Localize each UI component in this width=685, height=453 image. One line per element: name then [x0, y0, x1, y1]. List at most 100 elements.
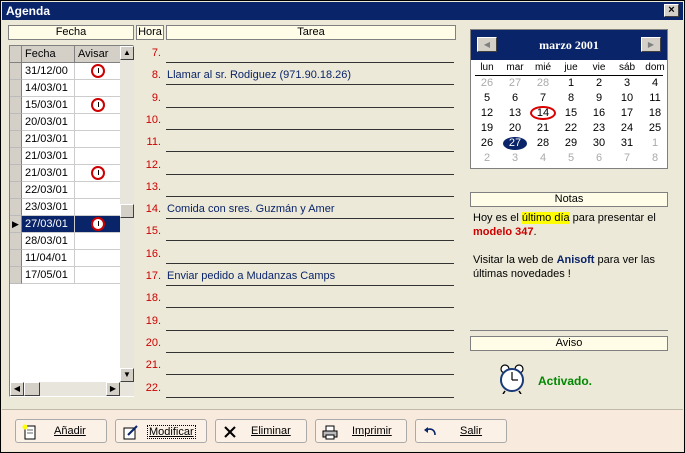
- calendar-day[interactable]: 27: [501, 77, 529, 89]
- calendar-day[interactable]: 4: [529, 152, 557, 164]
- calendar-day[interactable]: 16: [585, 107, 613, 119]
- calendar-day[interactable]: 27: [501, 137, 529, 149]
- list-row[interactable]: 14/03/01: [10, 80, 120, 97]
- calendar-day[interactable]: 28: [529, 137, 557, 149]
- calendar-day[interactable]: 8: [557, 92, 585, 104]
- calendar-day[interactable]: 21: [529, 122, 557, 134]
- task-hour: 18.: [145, 292, 161, 304]
- list-row[interactable]: 21/03/01: [10, 148, 120, 165]
- add-button-label: Añadir: [54, 425, 86, 437]
- date-list[interactable]: Fecha Avisar 31/12/00 14/03/01 15/03/01 20/…: [9, 45, 134, 397]
- list-row[interactable]: 21/03/01: [10, 165, 120, 182]
- calendar-day[interactable]: 26: [473, 137, 501, 149]
- task-line: [166, 84, 454, 85]
- hscroll-thumb[interactable]: [24, 382, 40, 396]
- list-row[interactable]: 22/03/01: [10, 182, 120, 199]
- scroll-up-button[interactable]: ▲: [120, 46, 134, 60]
- vertical-scrollbar[interactable]: ▲ ▼: [120, 46, 134, 382]
- col-avisar-header[interactable]: Avisar: [75, 46, 120, 63]
- calendar-day[interactable]: 18: [641, 107, 669, 119]
- calendar-day[interactable]: 1: [557, 77, 585, 89]
- list-row[interactable]: 20/03/01: [10, 114, 120, 131]
- row-alarm: [75, 267, 120, 284]
- calendar-day[interactable]: 1: [641, 137, 669, 149]
- list-header: Fecha Avisar: [10, 46, 120, 63]
- close-button[interactable]: ×: [664, 4, 679, 17]
- calendar-day[interactable]: 3: [501, 152, 529, 164]
- calendar-day[interactable]: 20: [501, 122, 529, 134]
- row-date: 14/03/01: [22, 80, 75, 97]
- calendar-day[interactable]: 8: [641, 152, 669, 164]
- list-row[interactable]: ▶ 27/03/01: [10, 216, 120, 233]
- task-line: [166, 397, 454, 398]
- list-row[interactable]: 11/04/01: [10, 250, 120, 267]
- print-button[interactable]: Imprimir: [315, 419, 407, 443]
- calendar-day[interactable]: 22: [557, 122, 585, 134]
- list-row[interactable]: 15/03/01: [10, 97, 120, 114]
- row-alarm: [75, 250, 120, 267]
- calendar-day[interactable]: 31: [613, 137, 641, 149]
- scroll-thumb[interactable]: [120, 204, 134, 218]
- calendar-day[interactable]: 26: [473, 77, 501, 89]
- calendar-day[interactable]: 24: [613, 122, 641, 134]
- calendar-day[interactable]: 15: [557, 107, 585, 119]
- calendar-day[interactable]: 6: [585, 152, 613, 164]
- notes-text[interactable]: Hoy es el último día para presentar el m…: [473, 211, 673, 281]
- task-line: [166, 285, 454, 286]
- row-alarm: [75, 80, 120, 97]
- calendar-day[interactable]: 19: [473, 122, 501, 134]
- task-line: [166, 107, 454, 108]
- task-text[interactable]: Llamar al sr. Rodiguez (971.90.18.26): [167, 69, 455, 81]
- task-hour: 15.: [145, 225, 161, 237]
- calendar-day[interactable]: 4: [641, 77, 669, 89]
- calendar-day[interactable]: 29: [557, 137, 585, 149]
- calendar-day[interactable]: 10: [613, 92, 641, 104]
- scroll-down-button[interactable]: ▼: [120, 368, 134, 382]
- calendar-day[interactable]: 9: [585, 92, 613, 104]
- prev-month-button[interactable]: ◀: [477, 37, 497, 52]
- task-text[interactable]: Enviar pedido a Mudanzas Camps: [167, 270, 455, 282]
- calendar-day[interactable]: 7: [613, 152, 641, 164]
- add-button[interactable]: Añadir: [15, 419, 107, 443]
- calendar-day[interactable]: 6: [501, 92, 529, 104]
- calendar-weekday: mié: [534, 62, 552, 73]
- col-fecha-header[interactable]: Fecha: [22, 46, 75, 63]
- delete-x-icon: [224, 426, 236, 438]
- row-indicator: [10, 131, 22, 148]
- task-line: [166, 196, 454, 197]
- horizontal-scrollbar[interactable]: ◀ ▶: [10, 382, 134, 396]
- calendar-day[interactable]: 2: [585, 77, 613, 89]
- list-row[interactable]: 17/05/01: [10, 267, 120, 284]
- calendar-day[interactable]: 12: [473, 107, 501, 119]
- task-hour: 7.: [151, 47, 161, 59]
- calendar-day[interactable]: 30: [585, 137, 613, 149]
- calendar-day[interactable]: 13: [501, 107, 529, 119]
- task-hour: 12.: [145, 159, 161, 171]
- calendar-day[interactable]: 5: [557, 152, 585, 164]
- calendar-day[interactable]: 3: [613, 77, 641, 89]
- calendar-day[interactable]: 25: [641, 122, 669, 134]
- scroll-right-button[interactable]: ▶: [106, 382, 120, 396]
- list-row[interactable]: 21/03/01: [10, 131, 120, 148]
- calendar-day[interactable]: 28: [529, 77, 557, 89]
- next-month-button[interactable]: ▶: [641, 37, 661, 52]
- calendar-day[interactable]: 11: [641, 92, 669, 104]
- calendar-day[interactable]: 2: [473, 152, 501, 164]
- list-row[interactable]: 31/12/00: [10, 63, 120, 80]
- calendar-day[interactable]: 17: [613, 107, 641, 119]
- list-row[interactable]: 28/03/01: [10, 233, 120, 250]
- task-hour: 19.: [145, 315, 161, 327]
- list-row[interactable]: 23/03/01: [10, 199, 120, 216]
- exit-arrow-icon: [424, 427, 436, 436]
- delete-button[interactable]: Eliminar: [215, 419, 307, 443]
- modify-button[interactable]: Modificar: [115, 419, 207, 443]
- calendar-day[interactable]: 5: [473, 92, 501, 104]
- exit-button-label: Salir: [460, 425, 483, 437]
- task-text[interactable]: Comida con sres. Guzmán y Amer: [167, 203, 455, 215]
- calendar-day[interactable]: 23: [585, 122, 613, 134]
- task-hour: 11.: [146, 136, 161, 148]
- scroll-left-button[interactable]: ◀: [10, 382, 24, 396]
- row-indicator: [10, 114, 22, 131]
- exit-button[interactable]: Salir: [415, 419, 507, 443]
- calendar-day[interactable]: 7: [529, 92, 557, 104]
